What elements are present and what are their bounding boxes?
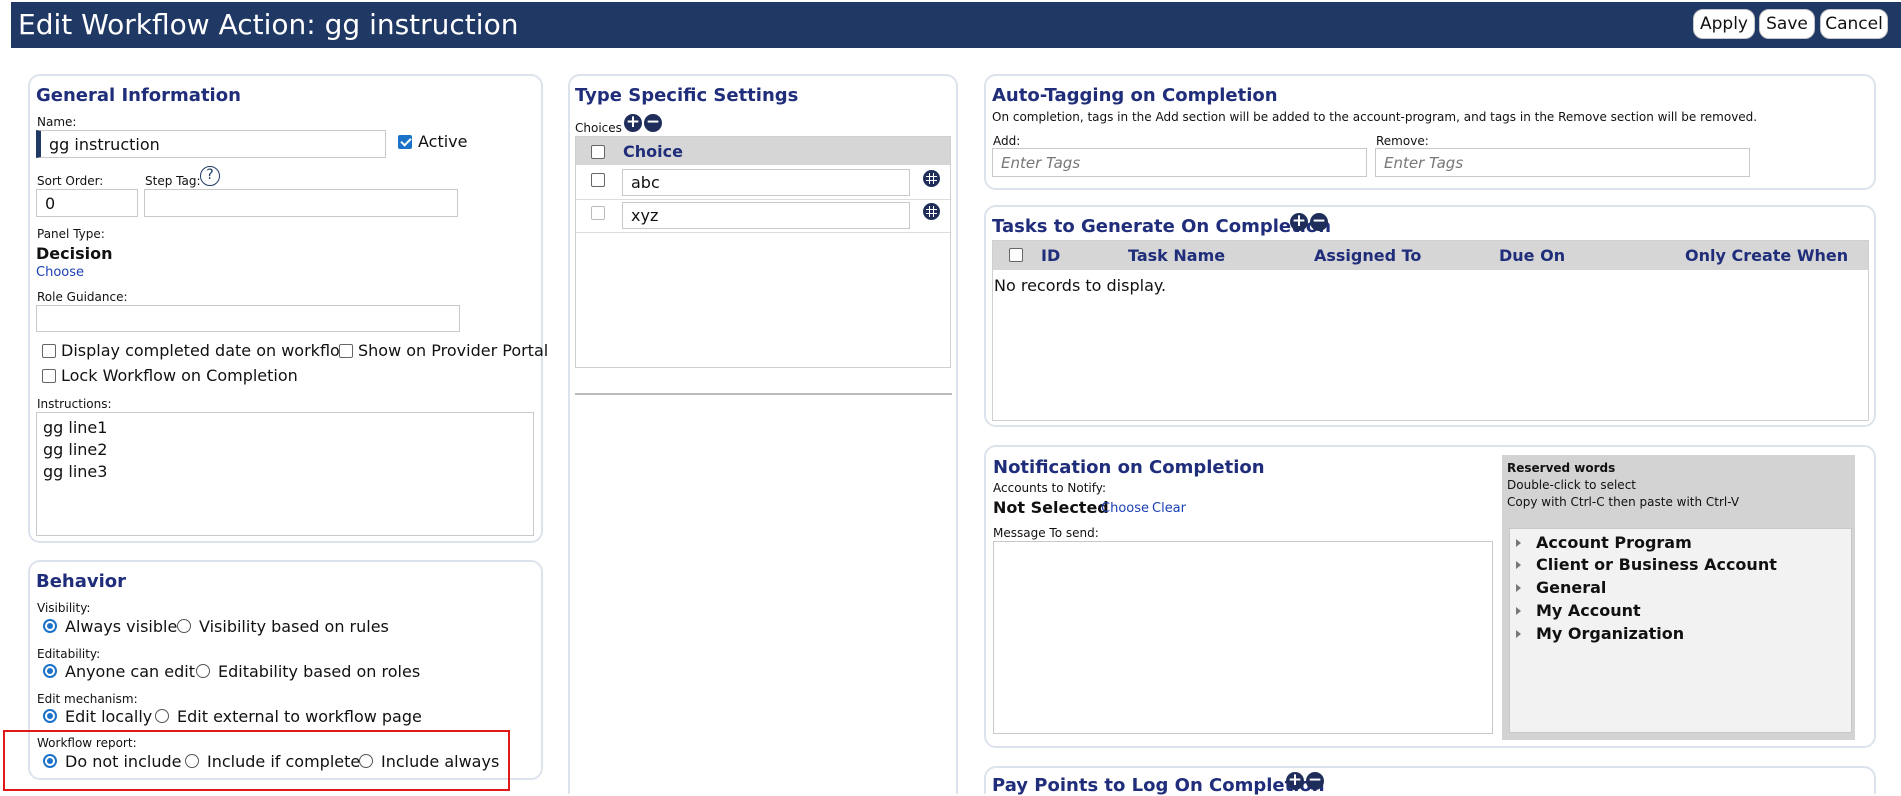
auto-tagging-description: On completion, tags in the Add section w… [992, 110, 1758, 124]
sort-order-input[interactable] [36, 189, 138, 217]
apply-button[interactable]: Apply [1693, 9, 1755, 39]
lock-workflow-checkbox[interactable] [42, 369, 56, 383]
edit-locally-label: Edit locally [65, 707, 153, 726]
reserved-words-hint-copy: Copy with Ctrl-C then paste with Ctrl-V [1507, 495, 1740, 509]
tree-item-my-account[interactable]: My Account [1536, 601, 1641, 620]
lock-workflow-label: Lock Workflow on Completion [61, 366, 298, 385]
type-settings-title: Type Specific Settings [575, 85, 799, 106]
expand-icon[interactable] [1516, 607, 1521, 615]
step-tag-label: Step Tag: [145, 174, 201, 188]
add-pay-point-icon[interactable]: + [1286, 772, 1304, 790]
add-choice-icon[interactable]: + [624, 114, 642, 132]
editability-anyone-label: Anyone can edit [65, 662, 195, 681]
save-button[interactable]: Save [1759, 9, 1815, 39]
remove-task-icon[interactable]: − [1310, 213, 1328, 231]
editability-label: Editability: [37, 647, 101, 661]
workflow-report-highlight [3, 730, 510, 791]
column-header-assigned-to[interactable]: Assigned To [1314, 246, 1421, 265]
cancel-button[interactable]: Cancel [1820, 9, 1888, 39]
grid-icon[interactable] [923, 170, 940, 187]
reserved-words-hint-select: Double-click to select [1507, 478, 1636, 492]
sort-order-label: Sort Order: [37, 174, 104, 188]
row-divider [576, 199, 950, 200]
section-divider [575, 393, 952, 395]
visibility-always-radio[interactable] [43, 619, 57, 633]
choices-select-all-checkbox[interactable] [591, 145, 605, 159]
column-header-task-name[interactable]: Task Name [1128, 246, 1225, 265]
panel-type-value: Decision [36, 244, 113, 263]
choice-column-header: Choice [623, 142, 683, 161]
editability-roles-label: Editability based on roles [218, 662, 421, 681]
visibility-rules-radio[interactable] [177, 619, 191, 633]
add-tags-label: Add: [993, 134, 1021, 148]
column-header-due-on[interactable]: Due On [1499, 246, 1565, 265]
remove-pay-point-icon[interactable]: − [1306, 772, 1324, 790]
page-header: Edit Workflow Action: gg instruction [11, 2, 1901, 48]
message-textarea[interactable] [993, 541, 1493, 734]
panel-type-choose-link[interactable]: Choose [36, 265, 84, 280]
step-tag-input[interactable] [144, 189, 458, 217]
active-checkbox[interactable] [398, 135, 412, 149]
tree-item-account-program[interactable]: Account Program [1536, 533, 1692, 552]
column-header-id[interactable]: ID [1041, 246, 1060, 265]
help-icon[interactable]: ? [200, 166, 220, 186]
general-information-title: General Information [36, 85, 241, 106]
message-label: Message To send: [993, 526, 1099, 540]
remove-choice-icon[interactable]: − [644, 114, 662, 132]
visibility-always-label: Always visible [65, 617, 178, 636]
instructions-textarea[interactable]: gg line1 gg line2 gg line3 [36, 412, 534, 536]
edit-mechanism-label: Edit mechanism: [37, 692, 138, 706]
role-guidance-input[interactable] [36, 305, 460, 332]
expand-icon[interactable] [1516, 561, 1521, 569]
display-completed-checkbox[interactable] [42, 344, 56, 358]
accounts-to-notify-value: Not Selected [993, 498, 1109, 517]
pay-points-title: Pay Points to Log On Completion [992, 775, 1325, 796]
tree-item-general[interactable]: General [1536, 578, 1606, 597]
show-provider-portal-label: Show on Provider Portal [358, 341, 549, 360]
notification-title: Notification on Completion [993, 457, 1265, 478]
grid-icon[interactable] [923, 203, 940, 220]
choice-input[interactable] [622, 202, 910, 229]
accounts-choose-link[interactable]: Choose [1101, 501, 1149, 516]
edit-external-radio[interactable] [155, 709, 169, 723]
choice-input[interactable] [622, 169, 910, 196]
tree-item-my-organization[interactable]: My Organization [1536, 624, 1684, 643]
show-provider-portal-checkbox[interactable] [339, 344, 353, 358]
display-completed-label: Display completed date on workflow [61, 341, 353, 360]
column-header-only-create-when[interactable]: Only Create When [1685, 246, 1848, 265]
panel-type-label: Panel Type: [37, 227, 105, 241]
remove-tags-label: Remove: [1376, 134, 1429, 148]
name-label: Name: [37, 115, 77, 129]
add-tags-input[interactable] [992, 148, 1367, 177]
tasks-select-all-checkbox[interactable] [1009, 248, 1023, 262]
active-label: Active [418, 132, 468, 151]
reserved-words-title: Reserved words [1507, 461, 1616, 475]
row-divider [576, 232, 950, 233]
add-task-icon[interactable]: + [1290, 213, 1308, 231]
edit-locally-radio[interactable] [43, 709, 57, 723]
editability-roles-radio[interactable] [196, 664, 210, 678]
choices-label: Choices [575, 121, 622, 135]
name-input[interactable] [36, 130, 386, 158]
expand-icon[interactable] [1516, 539, 1521, 547]
expand-icon[interactable] [1516, 630, 1521, 638]
choice-row-checkbox[interactable] [591, 206, 605, 220]
edit-external-label: Edit external to workflow page [177, 707, 422, 726]
page-title: Edit Workflow Action: gg instruction [18, 8, 519, 41]
choice-row-checkbox[interactable] [591, 173, 605, 187]
visibility-rules-label: Visibility based on rules [199, 617, 389, 636]
role-guidance-label: Role Guidance: [37, 290, 128, 304]
visibility-label: Visibility: [37, 601, 91, 615]
tasks-empty-message: No records to display. [994, 276, 1167, 295]
editability-anyone-radio[interactable] [43, 664, 57, 678]
tree-item-client-business-account[interactable]: Client or Business Account [1536, 555, 1777, 574]
remove-tags-input[interactable] [1375, 148, 1750, 177]
accounts-clear-link[interactable]: Clear [1152, 501, 1186, 516]
instructions-label: Instructions: [37, 397, 112, 411]
auto-tagging-title: Auto-Tagging on Completion [992, 85, 1278, 106]
expand-icon[interactable] [1516, 584, 1521, 592]
accounts-to-notify-label: Accounts to Notify: [993, 481, 1107, 495]
behavior-title: Behavior [36, 571, 127, 592]
tasks-title: Tasks to Generate On Completion [992, 216, 1332, 237]
